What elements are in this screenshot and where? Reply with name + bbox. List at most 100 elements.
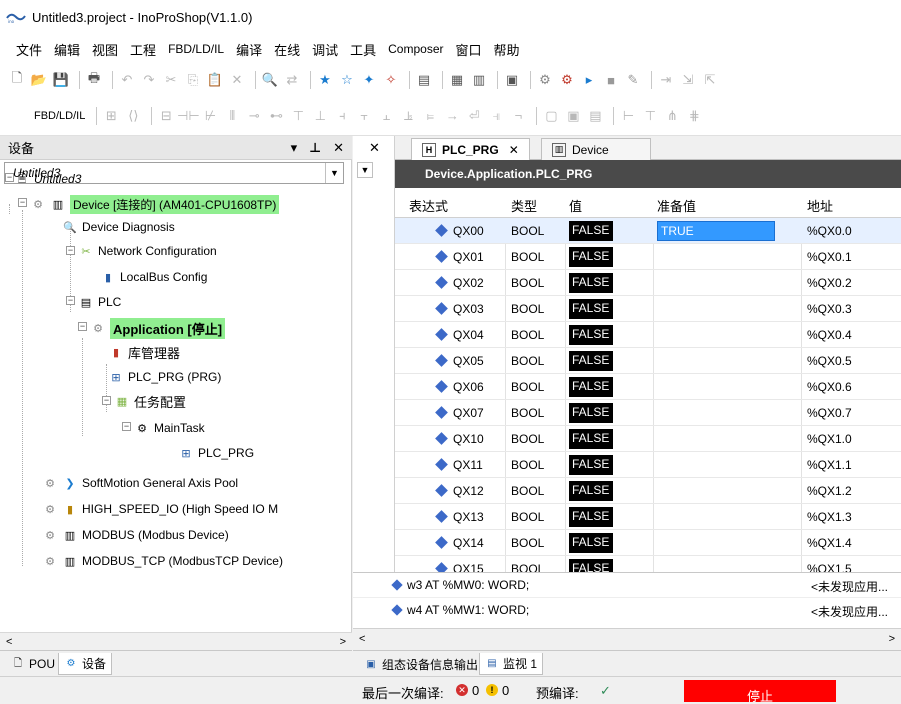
undo-icon[interactable]: ↶ (118, 71, 136, 89)
menu-composer[interactable]: Composer (388, 42, 443, 56)
reset-coil-icon[interactable]: ⊥ (311, 107, 329, 125)
ld-close-icon[interactable]: ⊤ (641, 107, 659, 125)
declaration-row[interactable]: w3 AT %MW0: WORD; <未发现应用... (353, 573, 901, 597)
jump-icon[interactable]: ⫞ (333, 107, 351, 125)
menu-window[interactable]: 窗口 (456, 40, 482, 59)
column-value[interactable]: 值 (569, 196, 582, 215)
tab-config-output[interactable]: ▣ 组态设备信息输出 (359, 653, 483, 675)
tree-node-modbus[interactable]: ⚙ ▥ MODBUS (Modbus Device) (42, 524, 229, 546)
save-icon[interactable]: 💾 (52, 71, 70, 89)
device-add-icon[interactable]: ▦ (448, 71, 466, 89)
row-prepared-value[interactable] (657, 481, 775, 501)
tree-node-task-config[interactable]: ▦ 任务配置 (114, 390, 186, 412)
table-row[interactable]: QX00 BOOL FALSE TRUE %QX0.0 (395, 218, 901, 244)
row-prepared-value[interactable] (657, 403, 775, 423)
row-prepared-value[interactable] (657, 273, 775, 293)
tab-watch-1[interactable]: ▤ 监视 1 (479, 653, 544, 675)
output-icon[interactable]: ⫡ (399, 107, 417, 125)
horizontal-scrollbar[interactable]: < > (0, 632, 352, 650)
label-icon[interactable]: ⫟ (355, 107, 373, 125)
tree-node-localbus[interactable]: ▮ LocalBus Config (100, 266, 207, 288)
coil-neg-icon[interactable]: ⊷ (267, 107, 285, 125)
box-empty-icon[interactable]: ▢ (542, 107, 560, 125)
edge-icon[interactable]: ⫣ (487, 107, 505, 125)
row-prepared-value[interactable] (657, 507, 775, 527)
replace-icon[interactable]: ⇄ (283, 71, 301, 89)
step-into-icon[interactable]: ⇲ (679, 71, 697, 89)
build-icon[interactable]: ▤ (415, 71, 433, 89)
coil-icon[interactable]: ⊸ (245, 107, 263, 125)
table-row[interactable]: QX11 BOOL FALSE %QX1.1 (395, 452, 901, 478)
find-icon[interactable]: 🔍 (261, 71, 279, 89)
close-icon[interactable]: ✕ (369, 140, 380, 156)
box-var-icon[interactable]: ▤ (586, 107, 604, 125)
new-file-icon[interactable]: 🗋 (8, 70, 26, 89)
table-row[interactable]: QX15 BOOL FALSE %QX1.5 (395, 556, 901, 572)
row-prepared-value[interactable] (657, 429, 775, 449)
bookmark-icon[interactable]: ★ (316, 71, 334, 89)
table-row[interactable]: QX05 BOOL FALSE %QX0.5 (395, 348, 901, 374)
declaration-row[interactable]: w4 AT %MW1: WORD; <未发现应用... (353, 597, 901, 621)
table-row[interactable]: QX01 BOOL FALSE %QX0.1 (395, 244, 901, 270)
logout-icon[interactable]: ⚙ (558, 71, 576, 89)
close-icon[interactable]: ✕ (509, 143, 519, 157)
comment-icon[interactable]: ⟨⟩ (124, 107, 142, 125)
open-folder-icon[interactable]: 📂 (30, 71, 48, 89)
calendar-icon[interactable]: ▣ (503, 71, 521, 89)
menu-project[interactable]: 工程 (130, 40, 156, 59)
tree-node-main-task-prg[interactable]: ⊞ PLC_PRG (178, 442, 254, 464)
table-row[interactable]: QX02 BOOL FALSE %QX0.2 (395, 270, 901, 296)
bookmark-prev-icon[interactable]: ✦ (360, 71, 378, 89)
warning-count[interactable]: 0 (502, 683, 509, 698)
return-icon[interactable]: ⏎ (465, 107, 483, 125)
table-row[interactable]: QX12 BOOL FALSE %QX1.2 (395, 478, 901, 504)
cut-icon[interactable]: ✂ (162, 71, 180, 89)
expand-icon[interactable]: − (102, 396, 111, 405)
menu-file[interactable]: 文件 (16, 40, 42, 59)
arrow-icon[interactable]: → (443, 107, 461, 125)
row-prepared-value[interactable] (657, 247, 775, 267)
delete-icon[interactable]: ✕ (228, 71, 246, 89)
chevron-down-icon[interactable]: ▼ (325, 163, 343, 183)
set-coil-icon[interactable]: ⊤ (289, 107, 307, 125)
close-icon[interactable]: ✕ (333, 140, 344, 156)
contact-parallel-icon[interactable]: ⫴ (223, 107, 241, 125)
stop-icon[interactable]: ■ (602, 71, 620, 89)
table-row[interactable]: QX13 BOOL FALSE %QX1.3 (395, 504, 901, 530)
tree-node-high-speed-io[interactable]: ⚙ ▮ HIGH_SPEED_IO (High Speed IO M (42, 498, 278, 520)
pin-icon[interactable]: ⊥ (309, 140, 321, 156)
tree-node-device[interactable]: ⚙ ▥ Device [连接的] (AM401-CPU1608TP) (30, 193, 280, 215)
tree-node-project[interactable]: 🗎 Untitled3 (14, 168, 82, 190)
row-prepared-value[interactable] (657, 559, 775, 572)
reset-icon[interactable]: ✎ (624, 71, 642, 89)
tab-device[interactable]: ▥ Device (541, 138, 651, 160)
scroll-left-icon[interactable]: < (6, 636, 12, 648)
expand-icon[interactable]: − (5, 173, 14, 182)
bookmark-next-icon[interactable]: ☆ (338, 71, 356, 89)
step-over-icon[interactable]: ⇥ (657, 71, 675, 89)
tree-node-network-config[interactable]: ✂ Network Configuration (78, 240, 216, 262)
expand-icon[interactable]: − (18, 198, 27, 207)
column-expression[interactable]: 表达式 (409, 196, 448, 215)
scroll-left-icon[interactable]: < (359, 633, 365, 645)
table-row[interactable]: QX10 BOOL FALSE %QX1.0 (395, 426, 901, 452)
tree-node-plc[interactable]: ▤ PLC (78, 291, 122, 313)
box-en-icon[interactable]: ▣ (564, 107, 582, 125)
tree-node-main-task[interactable]: ⚙ MainTask (134, 417, 205, 439)
input-icon[interactable]: ⫠ (377, 107, 395, 125)
box-icon[interactable]: ⊟ (157, 107, 175, 125)
table-row[interactable]: QX04 BOOL FALSE %QX0.4 (395, 322, 901, 348)
contact-neg-icon[interactable]: ⊬ (201, 107, 219, 125)
redo-icon[interactable]: ↷ (140, 71, 158, 89)
scroll-right-icon[interactable]: > (889, 633, 895, 645)
tree-node-modbus-tcp[interactable]: ⚙ ▥ MODBUS_TCP (ModbusTCP Device) (42, 550, 283, 572)
column-prepared-value[interactable]: 准备值 (657, 196, 696, 215)
expand-icon[interactable]: − (122, 422, 131, 431)
ld-branch-icon[interactable]: ⊢ (619, 107, 637, 125)
expand-icon[interactable]: − (78, 322, 87, 331)
copy-icon[interactable]: ⎘ (184, 71, 202, 89)
panel-menu-icon[interactable]: ▾ (291, 140, 298, 156)
expand-icon[interactable]: − (66, 246, 75, 255)
tab-devices[interactable]: ⚙ 设备 (58, 653, 113, 675)
row-prepared-value[interactable] (657, 351, 775, 371)
